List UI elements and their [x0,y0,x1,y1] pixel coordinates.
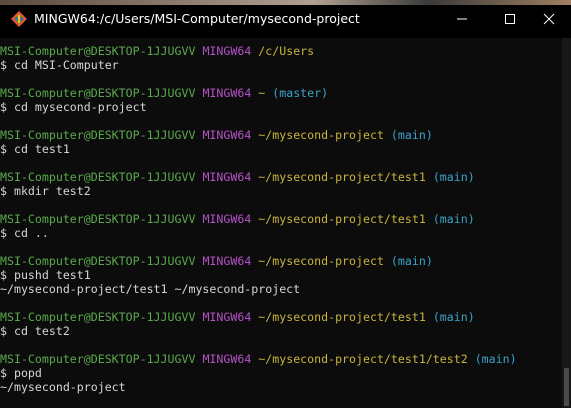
terminal-window: MINGW64:/c/Users/MSI-Computer/mysecond-p… [0,0,571,408]
maximize-icon [505,14,515,24]
prompt-git-branch: (main) [474,352,517,366]
prompt-line: MSI-Computer@DESKTOP-1JJUGVV MINGW64 ~/m… [0,170,560,184]
prompt-msystem: MINGW64 [202,86,252,100]
desktop-background-strip [0,0,571,5]
prompt-msystem: MINGW64 [202,310,252,324]
prompt-path: /c/Users [258,44,315,58]
command-line: $ pushd test1 [0,268,91,282]
prompt-git-branch: (main) [432,212,475,226]
prompt-msystem: MINGW64 [202,212,252,226]
prompt-msystem: MINGW64 [202,254,252,268]
prompt-msystem: MINGW64 [202,170,252,184]
prompt-git-branch: (main) [390,254,433,268]
title-bar[interactable]: MINGW64:/c/Users/MSI-Computer/mysecond-p… [0,0,571,38]
minimize-icon [457,18,467,20]
terminal-output[interactable]: MSI-Computer@DESKTOP-1JJUGVV MINGW64 /c/… [0,44,560,408]
prompt-user-host: MSI-Computer@DESKTOP-1JJUGVV [0,44,196,58]
prompt-git-branch: (main) [390,128,433,142]
prompt-path: ~/mysecond-project/test1/test2 [258,352,468,366]
prompt-path: ~/mysecond-project/test1 [258,170,426,184]
command-line: $ cd test2 [0,324,70,338]
close-icon [543,13,555,25]
command-line: $ cd mysecond-project [0,100,147,114]
window-title: MINGW64:/c/Users/MSI-Computer/mysecond-p… [34,11,360,26]
command-line: $ cd .. [0,226,49,240]
command-line: $ mkdir test2 [0,184,91,198]
prompt-line: MSI-Computer@DESKTOP-1JJUGVV MINGW64 ~/m… [0,352,560,366]
command-line: $ cd MSI-Computer [0,58,119,72]
close-button[interactable] [526,4,571,34]
prompt-line: MSI-Computer@DESKTOP-1JJUGVV MINGW64 ~/m… [0,212,560,226]
prompt-user-host: MSI-Computer@DESKTOP-1JJUGVV [0,86,196,100]
prompt-line: MSI-Computer@DESKTOP-1JJUGVV MINGW64 ~/m… [0,254,560,268]
vertical-scrollbar[interactable] [562,38,571,408]
prompt-path: ~/mysecond-project/test1 [258,212,426,226]
prompt-path: ~ [258,86,266,100]
prompt-user-host: MSI-Computer@DESKTOP-1JJUGVV [0,212,196,226]
prompt-path: ~/mysecond-project [258,254,384,268]
prompt-user-host: MSI-Computer@DESKTOP-1JJUGVV [0,254,196,268]
minimize-button[interactable] [439,4,485,34]
command-output: ~/mysecond-project [0,380,126,394]
prompt-user-host: MSI-Computer@DESKTOP-1JJUGVV [0,352,196,366]
prompt-user-host: MSI-Computer@DESKTOP-1JJUGVV [0,128,196,142]
prompt-line: MSI-Computer@DESKTOP-1JJUGVV MINGW64 ~/m… [0,128,560,142]
prompt-msystem: MINGW64 [202,44,252,58]
command-line: $ cd test1 [0,142,70,156]
git-bash-diamond-icon[interactable] [10,10,28,28]
prompt-line: MSI-Computer@DESKTOP-1JJUGVV MINGW64 ~/m… [0,310,560,324]
prompt-user-host: MSI-Computer@DESKTOP-1JJUGVV [0,310,196,324]
prompt-msystem: MINGW64 [202,128,252,142]
prompt-line: MSI-Computer@DESKTOP-1JJUGVV MINGW64 /c/… [0,44,560,58]
command-line: $ popd [0,366,42,380]
prompt-user-host: MSI-Computer@DESKTOP-1JJUGVV [0,170,196,184]
prompt-line: MSI-Computer@DESKTOP-1JJUGVV MINGW64 ~ (… [0,86,560,100]
prompt-path: ~/mysecond-project/test1 [258,310,426,324]
prompt-git-branch: (master) [272,86,329,100]
prompt-git-branch: (main) [432,170,475,184]
prompt-git-branch: (main) [432,310,475,324]
command-output: ~/mysecond-project/test1 ~/mysecond-proj… [0,282,301,296]
scrollbar-thumb[interactable] [564,368,569,406]
prompt-path: ~/mysecond-project [258,128,384,142]
prompt-msystem: MINGW64 [202,352,252,366]
